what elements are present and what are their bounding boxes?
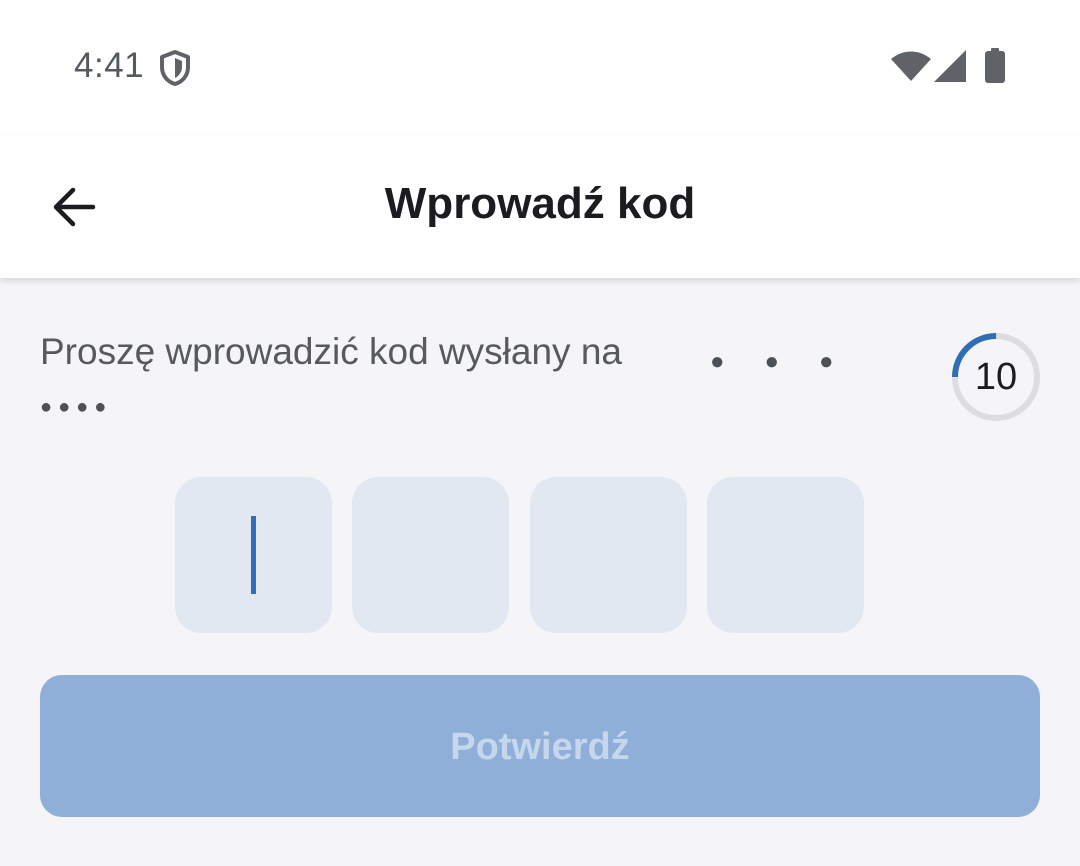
timer-seconds: 10: [974, 356, 1018, 398]
masked-phone-part-1: ●●●: [710, 348, 874, 375]
confirm-button[interactable]: Potwierdź: [40, 675, 1040, 817]
code-digit-1[interactable]: [175, 477, 332, 633]
code-digit-3[interactable]: [530, 477, 687, 633]
code-digit-4[interactable]: [707, 477, 864, 633]
code-digit-2[interactable]: [352, 477, 509, 633]
app-bar: Wprowadź kod: [0, 135, 1080, 278]
page-title: Wprowadź kod: [384, 179, 696, 228]
shield-icon: [158, 49, 192, 87]
main-content: Proszę wprowadzić kod wysłany na ●●● ●●●…: [0, 278, 1080, 866]
status-bar: 4:41: [0, 0, 1080, 135]
wifi-icon: [890, 51, 932, 81]
signal-icon: [934, 50, 966, 82]
battery-icon: [984, 48, 1006, 83]
masked-phone-part-2: ●●●●: [40, 396, 113, 418]
status-time: 4:41: [74, 46, 145, 85]
text-cursor: [251, 516, 256, 594]
code-input-group: [175, 477, 865, 633]
countdown-timer: 10: [950, 331, 1042, 423]
